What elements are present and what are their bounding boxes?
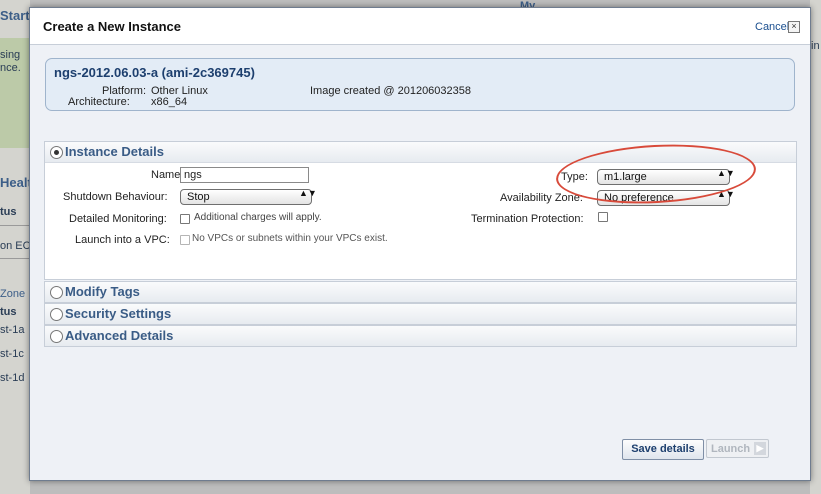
- bg-text-fragment: sing: [0, 49, 21, 61]
- modify-tags-header[interactable]: Modify Tags: [45, 282, 796, 302]
- collapsed-radio-icon[interactable]: [50, 286, 63, 299]
- expanded-radio-icon[interactable]: [50, 146, 63, 159]
- cancel-link[interactable]: Cancel: [755, 21, 789, 33]
- bg-text-fragment: on EC: [0, 240, 31, 252]
- dialog-titlebar: Create a New Instance Cancel ×: [30, 8, 810, 45]
- modify-tags-title: Modify Tags: [65, 284, 140, 299]
- termination-protection-checkbox[interactable]: [598, 212, 608, 222]
- security-settings-section[interactable]: Security Settings: [44, 303, 797, 325]
- launch-vpc-label: Launch into a VPC:: [75, 234, 170, 246]
- name-label: Name:: [151, 169, 184, 181]
- bg-divider: [0, 258, 30, 259]
- image-created-text: Image created @ 201206032358: [310, 85, 472, 97]
- detailed-monitoring-checkbox[interactable]: [180, 214, 190, 224]
- shutdown-behaviour-value: Stop: [187, 191, 210, 203]
- launch-arrow-icon: ▶: [754, 442, 766, 455]
- bg-text-fragment: st-1c: [0, 348, 24, 360]
- ami-summary-box: ngs-2012.06.03-a (ami-2c369745) Platform…: [45, 58, 795, 111]
- advanced-details-header[interactable]: Advanced Details: [45, 326, 796, 346]
- shutdown-behaviour-label: Shutdown Behaviour:: [63, 191, 168, 203]
- create-instance-dialog: Create a New Instance Cancel × ngs-2012.…: [29, 7, 811, 481]
- detailed-monitoring-label: Detailed Monitoring:: [69, 213, 167, 225]
- bg-right-column: [810, 0, 821, 494]
- close-icon[interactable]: ×: [788, 21, 800, 33]
- bg-text-fragment: in: [811, 40, 820, 52]
- launch-label: Launch: [711, 443, 751, 455]
- collapsed-radio-icon[interactable]: [50, 308, 63, 321]
- collapsed-radio-icon[interactable]: [50, 330, 63, 343]
- bg-divider: [0, 225, 30, 226]
- launch-vpc-note: No VPCs or subnets within your VPCs exis…: [192, 233, 388, 244]
- bg-text-fragment: tus: [0, 206, 17, 218]
- bg-health-fragment: Healt: [0, 175, 32, 190]
- launch-button[interactable]: Launch ▶: [706, 439, 769, 458]
- bg-text-fragment: nce.: [0, 62, 21, 74]
- termination-protection-label: Termination Protection:: [471, 213, 584, 225]
- launch-vpc-checkbox[interactable]: [180, 235, 190, 245]
- bg-text-fragment: tus: [0, 306, 17, 318]
- bg-started-fragment: Start: [0, 8, 30, 23]
- bg-text-fragment: st-1d: [0, 372, 25, 384]
- availability-zone-label: Availability Zone:: [500, 192, 583, 204]
- shutdown-behaviour-select[interactable]: Stop ▲▼: [180, 188, 317, 205]
- select-arrows-icon: ▲▼: [299, 188, 317, 198]
- save-details-button[interactable]: Save details: [622, 439, 704, 460]
- name-input[interactable]: ngs: [180, 167, 309, 183]
- bg-text-fragment: st-1a: [0, 324, 25, 336]
- security-settings-title: Security Settings: [65, 306, 172, 321]
- architecture-value: x86_64: [151, 96, 188, 108]
- advanced-details-title: Advanced Details: [65, 328, 174, 343]
- modify-tags-section[interactable]: Modify Tags: [44, 281, 797, 303]
- dialog-title: Create a New Instance: [43, 19, 182, 34]
- security-settings-header[interactable]: Security Settings: [45, 304, 796, 324]
- detailed-monitoring-note: Additional charges will apply.: [194, 212, 322, 223]
- advanced-details-section[interactable]: Advanced Details: [44, 325, 797, 347]
- architecture-label: Architecture:: [68, 96, 130, 108]
- bg-zone-fragment: Zone: [0, 288, 26, 300]
- ami-title: ngs-2012.06.03-a (ami-2c369745): [54, 65, 255, 80]
- instance-details-title: Instance Details: [65, 144, 164, 159]
